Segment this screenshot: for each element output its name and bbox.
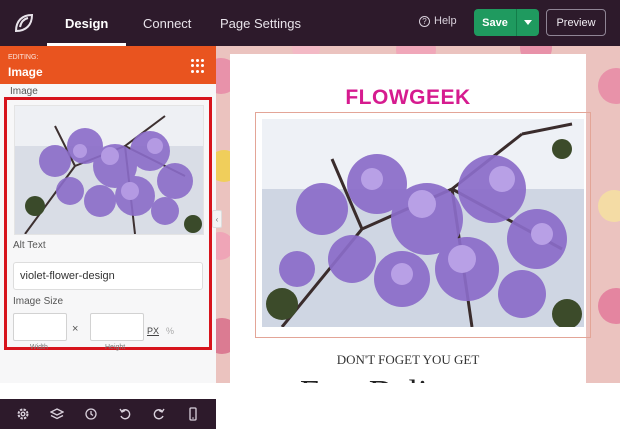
flower-thumbnail-image	[15, 106, 203, 234]
editing-caption: EDITING:	[8, 54, 39, 61]
width-input[interactable]	[13, 313, 67, 341]
editing-header: EDITING: Image	[0, 46, 216, 84]
history-icon[interactable]	[83, 406, 99, 422]
editing-title: Image	[8, 65, 43, 79]
page-canvas: FLOWGEEK DON'T FOGET YOU GET	[216, 46, 620, 383]
save-dropdown-toggle[interactable]	[517, 20, 539, 25]
collapse-sidebar-handle[interactable]: ‹	[212, 210, 222, 228]
help-link[interactable]: ? Help	[419, 15, 457, 27]
image-thumbnail[interactable]	[15, 106, 203, 234]
hero-heading[interactable]: Free Deli	[300, 374, 427, 383]
save-button[interactable]: Save	[474, 9, 539, 36]
brand-title[interactable]: FLOWGEEK	[230, 86, 586, 110]
settings-gear-icon[interactable]	[15, 406, 31, 422]
preview-button[interactable]: Preview	[546, 9, 606, 36]
layers-icon[interactable]	[49, 406, 65, 422]
app-logo-icon[interactable]	[12, 11, 36, 35]
unit-px-toggle[interactable]: PX	[147, 326, 159, 336]
save-label: Save	[482, 16, 508, 29]
redo-icon[interactable]	[151, 406, 167, 422]
top-bar: Design Connect Page Settings ? Help Save…	[0, 0, 620, 46]
question-icon: ?	[419, 15, 430, 27]
tab-page-settings[interactable]: Page Settings	[220, 0, 301, 46]
unit-percent-toggle[interactable]: %	[166, 326, 174, 336]
times-symbol: ×	[72, 323, 79, 335]
tab-connect[interactable]: Connect	[143, 0, 191, 46]
height-caption: Height	[105, 344, 126, 351]
alt-text-label: Alt Text	[13, 240, 46, 251]
drag-handle-icon[interactable]	[191, 59, 205, 73]
alt-text-input[interactable]: violet-flower-design	[13, 262, 203, 290]
sidebar-toolbar	[0, 399, 216, 429]
featured-flower-image[interactable]	[262, 119, 584, 327]
help-label: Help	[434, 15, 457, 27]
image-size-label: Image Size	[13, 296, 64, 307]
flower-photo	[262, 119, 584, 327]
editor-sidebar: EDITING: Image Image Alt Text violet-flo	[0, 46, 216, 429]
tab-design[interactable]: Design	[46, 0, 127, 46]
mobile-preview-icon[interactable]	[185, 406, 201, 422]
width-caption: Width	[30, 344, 48, 351]
landing-page-card: FLOWGEEK DON'T FOGET YOU GET	[230, 54, 591, 383]
undo-icon[interactable]	[117, 406, 133, 422]
height-input[interactable]	[90, 313, 144, 341]
caret-down-icon	[524, 20, 532, 25]
image-section-label: Image	[10, 86, 38, 97]
image-settings-highlight: Alt Text violet-flower-design Image Size…	[4, 97, 212, 351]
image-block-frame[interactable]	[255, 112, 591, 338]
tagline-text[interactable]: DON'T FOGET YOU GET	[230, 352, 586, 368]
